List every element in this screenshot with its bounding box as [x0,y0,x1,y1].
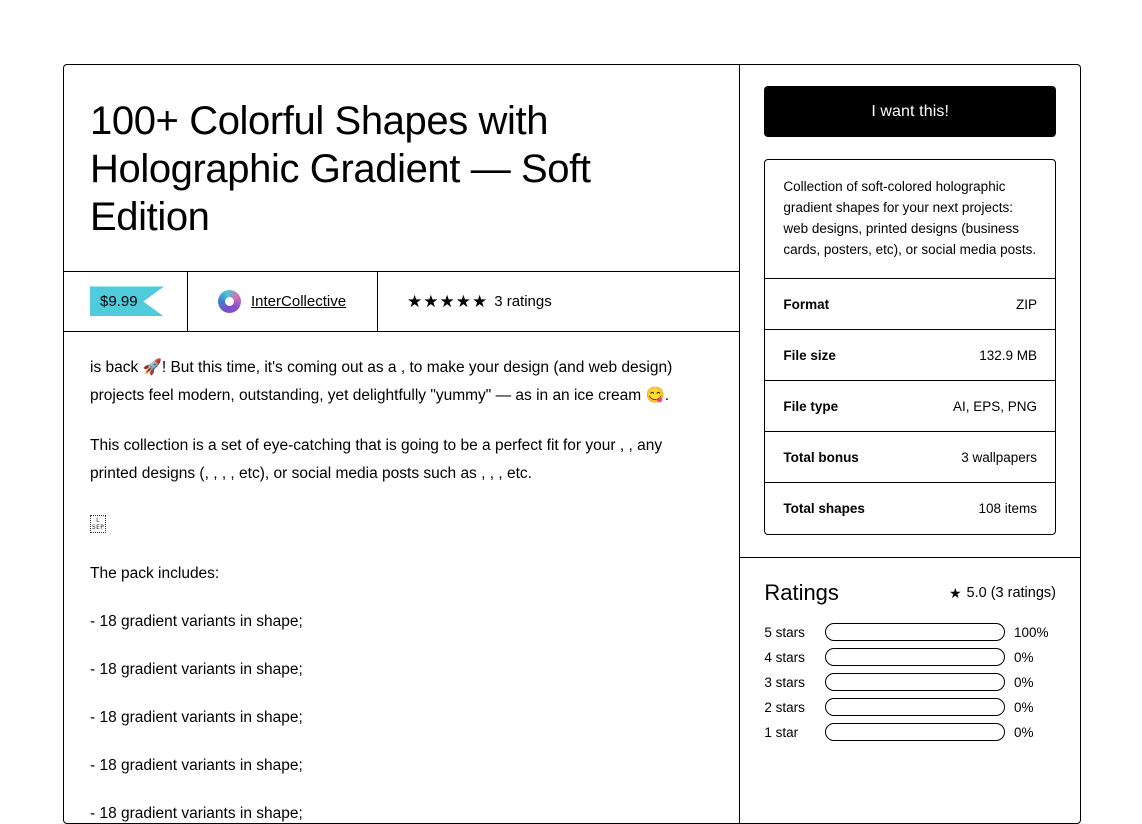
tofu-glyph-paragraph: L SEP [90,510,713,538]
detail-row-format: Format ZIP [765,279,1055,330]
product-summary-text: Collection of soft-colored holographic g… [765,160,1055,279]
rating-bar-track [825,723,1005,741]
detail-value: 132.9 MB [979,347,1037,363]
detail-row-file-type: File type AI, EPS, PNG [765,381,1055,432]
product-main-column: 100+ Colorful Shapes with Holographic Gr… [64,65,741,823]
ratings-title: Ratings [764,580,839,605]
price-badge: $9.99 [90,286,164,317]
detail-value: AI, EPS, PNG [952,398,1037,414]
detail-label: Total bonus [783,449,859,465]
pack-item: - 18 gradient variants in shape; [90,660,303,678]
description-paragraph-2: This collection is a set of eye-catching… [90,436,663,482]
pack-item: - 18 gradient variants in shape; [90,708,303,726]
rating-bar-percent: 100% [1014,624,1049,640]
tofu-line-2: SEP [92,523,105,531]
rating-bar-percent: 0% [1014,674,1034,690]
rating-bar-label: 2 stars [764,699,805,715]
detail-value: ZIP [1015,296,1037,312]
detail-row-total-shapes: Total shapes 108 items [765,483,1055,534]
price-cell: $9.99 [64,272,188,331]
product-card: 100+ Colorful Shapes with Holographic Gr… [63,64,1081,824]
buy-button[interactable]: I want this! [764,86,1056,137]
rating-bar-track [825,623,1005,641]
page-title: 100+ Colorful Shapes with Holographic Gr… [90,99,591,239]
ratings-average-label: 5.0 (3 ratings) [966,585,1056,601]
rating-bar-track [825,648,1005,666]
star-icon: ★ [948,585,962,601]
ratings-header: Ratings ★ 5.0 (3 ratings) [764,580,1056,606]
rating-bar-track [825,673,1005,691]
product-meta-strip: $9.99 InterCollective ★★★★★ 3 ratings [64,272,740,332]
rating-bar-row-3[interactable]: 3 stars 0% [764,673,1056,691]
seller-cell[interactable]: InterCollective [188,272,378,331]
detail-row-total-bonus: Total bonus 3 wallpapers [765,432,1055,483]
ratings-count-label: 3 ratings [494,292,552,310]
detail-label: Total shapes [783,501,865,516]
ratings-panel: Ratings ★ 5.0 (3 ratings) 5 stars 100% 4… [740,558,1080,748]
product-sidebar: I want this! Collection of soft-colored … [740,65,1080,823]
missing-glyph-icon: L SEP [90,514,107,533]
pack-item: - 18 gradient variants in shape; [90,612,303,630]
detail-value: 108 items [978,501,1037,516]
rating-bar-label: 4 stars [764,649,805,665]
pack-item: - 18 gradient variants in shape; [90,756,303,774]
product-details-box: Collection of soft-colored holographic g… [764,159,1056,535]
purchase-section: I want this! Collection of soft-colored … [740,65,1080,557]
product-description: is back 🚀! But this time, it's coming ou… [64,332,739,823]
star-rating-icon: ★★★★★ [407,291,489,311]
detail-label: File type [783,398,839,414]
ratings-summary-cell[interactable]: ★★★★★ 3 ratings [378,272,739,331]
rating-bar-row-1[interactable]: 1 star 0% [764,723,1056,741]
rating-bar-label: 3 stars [764,674,805,690]
rating-bar-track [825,698,1005,716]
detail-row-file-size: File size 132.9 MB [765,330,1055,381]
title-block: 100+ Colorful Shapes with Holographic Gr… [64,65,740,272]
rating-bar-percent: 0% [1014,699,1034,715]
rating-bar-percent: 0% [1014,724,1034,740]
detail-label: File size [783,347,836,363]
description-paragraph-1: is back 🚀! But this time, it's coming ou… [90,358,673,404]
rating-bar-label: 5 stars [764,624,805,640]
pack-includes-heading: The pack includes: [90,564,220,582]
rating-bar-percent: 0% [1014,649,1034,665]
rating-bar-row-5[interactable]: 5 stars 100% [764,623,1056,641]
rating-bar-label: 1 star [764,724,799,740]
ratings-average: ★ 5.0 (3 ratings) [949,585,1056,601]
rating-bar-row-4[interactable]: 4 stars 0% [764,648,1056,666]
rating-bar-row-2[interactable]: 2 stars 0% [764,698,1056,716]
tofu-line-1: L [96,516,101,524]
seller-avatar-icon [218,289,241,313]
detail-value: 3 wallpapers [961,449,1037,465]
detail-label: Format [783,296,830,312]
pack-item: - 18 gradient variants in shape; [90,804,303,822]
seller-link[interactable]: InterCollective [251,293,346,310]
